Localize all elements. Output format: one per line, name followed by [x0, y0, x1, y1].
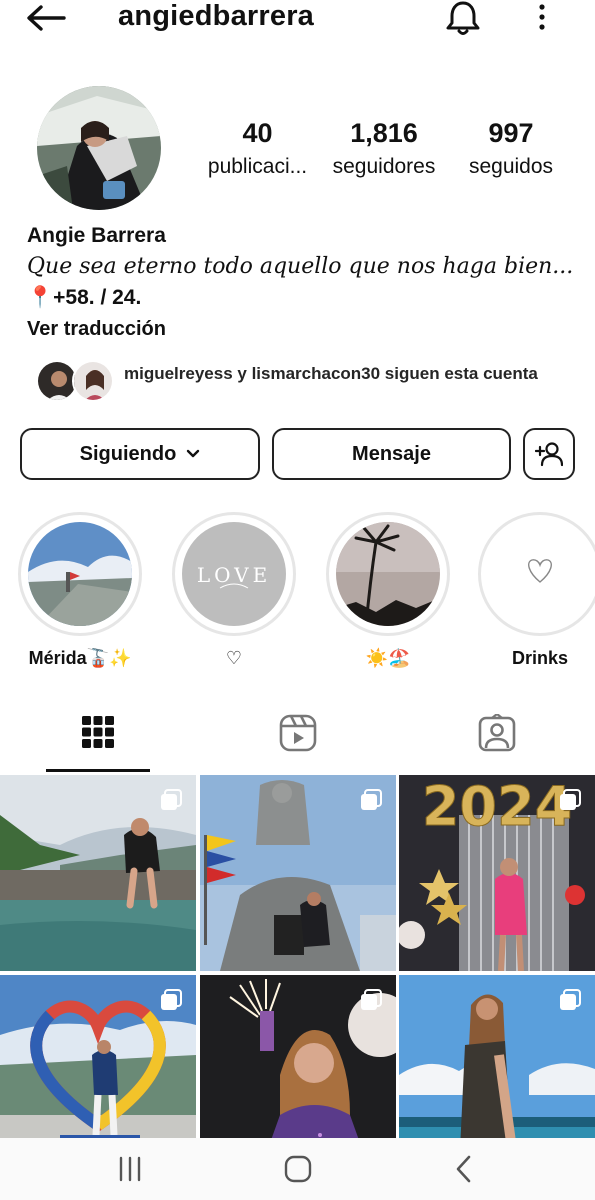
highlight-ring: LOVE — [172, 512, 296, 636]
post-thumbnail[interactable]: 2024 — [399, 775, 595, 971]
highlight-label: Mérida🚡✨ — [28, 648, 132, 668]
recent-apps-button[interactable] — [110, 1152, 150, 1186]
posts-count-value: 40 — [242, 118, 273, 148]
carousel-icon — [161, 789, 182, 810]
carousel-icon — [361, 789, 382, 810]
profile-tabs — [0, 706, 595, 772]
tab-posts-grid[interactable] — [46, 706, 150, 772]
top-bar: angiedbarrera — [0, 0, 595, 40]
bio-display-name: Angie Barrera — [27, 224, 166, 247]
message-button-label: Mensaje — [352, 442, 431, 465]
highlight-cover-image — [28, 522, 132, 626]
highlight-label: ☀️🏖️ — [365, 648, 411, 668]
profile-avatar[interactable] — [37, 86, 161, 210]
tagged-icon — [478, 714, 516, 752]
highlight-label: Drinks — [511, 648, 569, 668]
add-person-icon — [535, 442, 563, 467]
mutual-followers-avatars[interactable] — [36, 360, 116, 404]
followers-count-value: 1,816 — [350, 118, 418, 148]
story-highlight[interactable]: ☀️🏖️ — [326, 512, 450, 670]
bio-text: Que sea eterno todo aquello que nos haga… — [27, 254, 574, 279]
highlight-ring — [478, 512, 595, 636]
highlight-cover-text: LOVE — [197, 563, 271, 587]
highlight-cover-image — [488, 522, 592, 626]
back-arrow-icon[interactable] — [24, 4, 68, 32]
carousel-icon — [361, 989, 382, 1010]
system-back-button[interactable] — [444, 1152, 484, 1186]
carousel-icon — [560, 789, 581, 810]
bio-location: 📍+58. / 24. — [27, 286, 142, 309]
message-button[interactable]: Mensaje — [272, 428, 511, 480]
post-thumbnail[interactable] — [200, 775, 396, 971]
grid-icon — [82, 716, 114, 748]
post-overlay-text: 2024 — [422, 775, 572, 838]
following-count-value: 997 — [488, 118, 534, 148]
posts-grid: 2024 — [0, 775, 595, 1171]
reels-icon — [279, 714, 317, 752]
chevron-left-icon — [456, 1155, 471, 1183]
tab-reels[interactable] — [246, 706, 350, 772]
highlight-cover-image — [336, 522, 440, 626]
story-highlight[interactable]: Mérida🚡✨ — [18, 512, 142, 670]
suggest-users-button[interactable] — [523, 428, 575, 480]
following-button-label: Siguiendo — [79, 442, 177, 465]
profile-username: angiedbarrera — [118, 0, 315, 32]
highlight-ring — [326, 512, 450, 636]
system-navigation-bar — [0, 1138, 595, 1200]
story-highlight[interactable]: Drinks — [478, 512, 595, 670]
carousel-icon — [560, 989, 581, 1010]
home-icon — [284, 1155, 312, 1183]
recent-apps-icon — [119, 1156, 141, 1182]
avatar-photo — [37, 86, 161, 210]
mutual-avatar — [72, 360, 114, 402]
posts-count[interactable]: 40 publicaci... — [200, 118, 315, 179]
following-count[interactable]: 997 seguidos — [458, 118, 564, 179]
following-button[interactable]: Siguiendo — [20, 428, 260, 480]
followers-count-label: seguidores — [332, 155, 436, 178]
tab-tagged[interactable] — [445, 706, 549, 772]
chevron-down-icon — [187, 449, 200, 458]
home-button[interactable] — [278, 1152, 318, 1186]
highlight-cover-image: LOVE — [182, 522, 286, 626]
mutual-followers-text[interactable]: miguelreyess y lismarchacon30 siguen est… — [124, 362, 544, 385]
followers-count[interactable]: 1,816 seguidores — [322, 118, 446, 179]
post-thumbnail[interactable] — [0, 775, 196, 971]
more-options-icon[interactable] — [532, 2, 552, 34]
following-count-label: seguidos — [468, 155, 554, 178]
highlight-ring — [18, 512, 142, 636]
see-translation-link[interactable]: Ver traducción — [27, 318, 166, 341]
highlight-label: ♡ — [225, 648, 243, 668]
story-highlight[interactable]: LOVE ♡ — [172, 512, 296, 670]
notification-bell-icon[interactable] — [444, 0, 482, 36]
carousel-icon — [161, 989, 182, 1010]
posts-count-label: publicaci... — [207, 155, 308, 178]
